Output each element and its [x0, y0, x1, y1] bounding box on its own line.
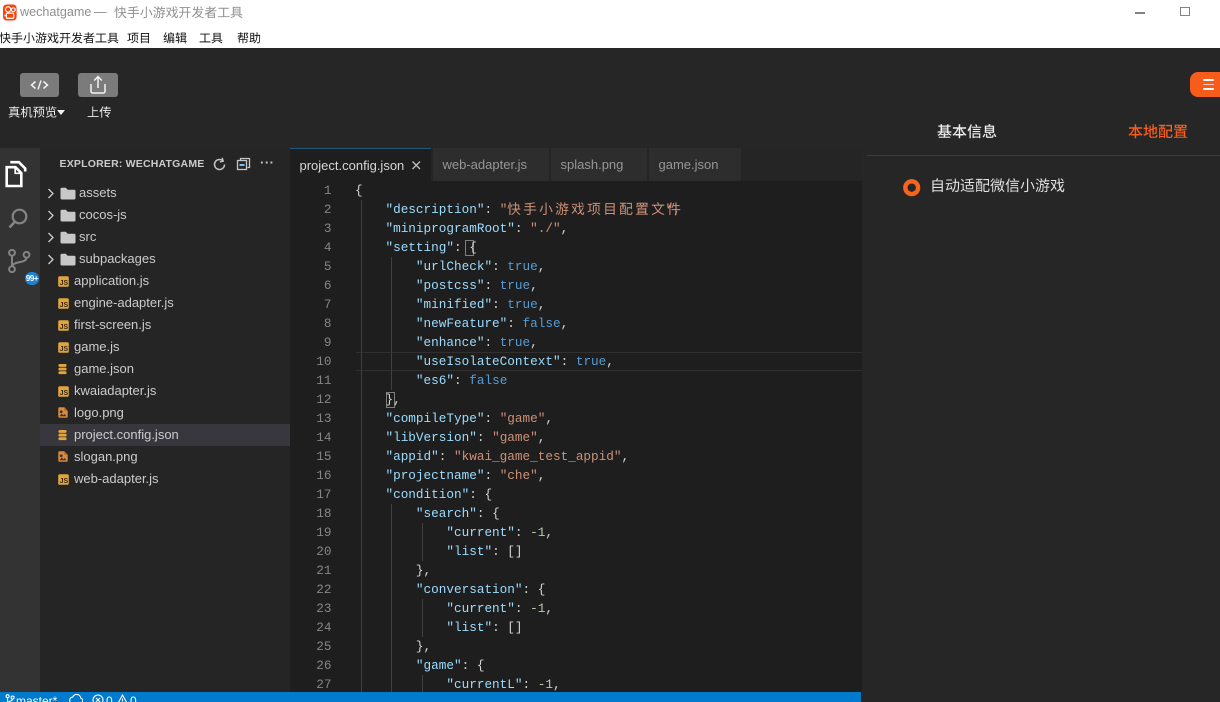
svg-text:JS: JS — [60, 478, 69, 485]
svg-text:JS: JS — [60, 324, 69, 331]
svg-text:JS: JS — [60, 302, 69, 309]
svg-text:JS: JS — [60, 390, 69, 397]
svg-text:JS: JS — [60, 346, 69, 353]
svg-text:JS: JS — [60, 280, 69, 287]
